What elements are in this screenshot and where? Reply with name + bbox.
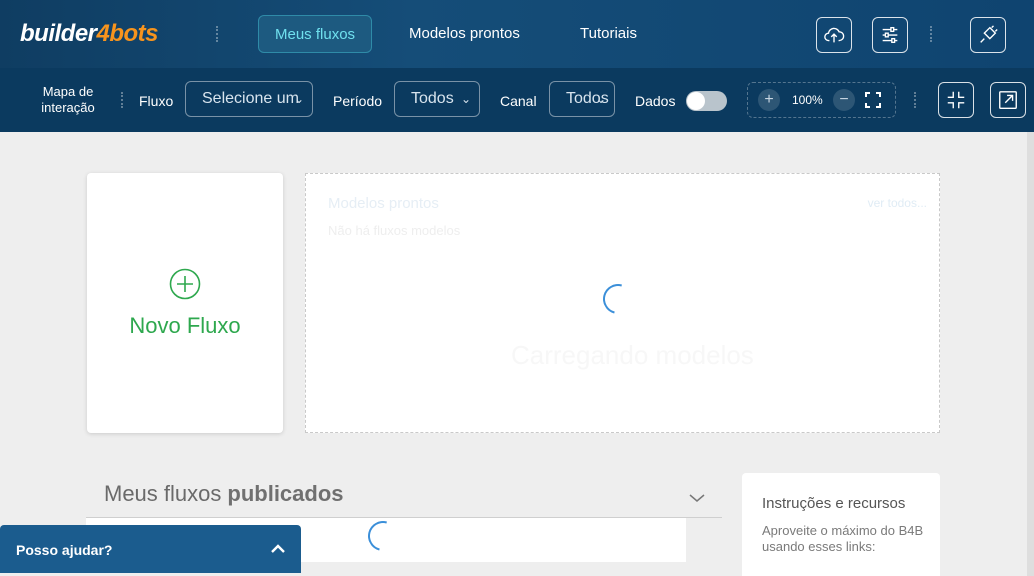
instructions-title: Instruções e recursos <box>762 495 906 512</box>
models-loading-text: Carregando modelos <box>511 340 754 370</box>
view-all-link[interactable]: ver todos... <box>868 196 927 210</box>
scrollbar[interactable] <box>1027 132 1034 576</box>
new-flow-card[interactable]: Novo Fluxo <box>87 173 283 433</box>
canal-select[interactable]: Todos ⌄ <box>549 81 615 117</box>
map-label-line1: Mapa de <box>42 84 94 99</box>
chevron-down-icon: ⌄ <box>595 92 606 106</box>
new-flow-label: Novo Fluxo <box>129 313 241 338</box>
integrations-button[interactable] <box>970 17 1006 53</box>
published-title-bold: publicados <box>227 481 344 506</box>
divider <box>930 26 932 42</box>
fluxo-select-value: Selecione um <box>202 90 299 107</box>
open-external-button[interactable] <box>990 82 1026 118</box>
periodo-label: Período <box>333 93 383 109</box>
tab-modelos-prontos[interactable]: Modelos prontos <box>393 15 536 53</box>
published-section-title: Meus fluxos publicados <box>104 481 344 507</box>
map-label: Mapa de interação <box>37 84 99 116</box>
cloud-upload-button[interactable] <box>816 17 852 53</box>
models-empty-text: Não há fluxos modelos <box>328 223 461 238</box>
zoom-out-button[interactable]: − <box>833 89 855 111</box>
settings-sliders-button[interactable] <box>872 17 908 53</box>
tab-tutoriais[interactable]: Tutoriais <box>564 15 653 53</box>
top-navigation-bar: builder4bots Meus fluxos Modelos prontos… <box>0 0 1034 68</box>
brand-logo-part2: 4bots <box>96 20 159 47</box>
map-label-line2: interação <box>41 100 95 115</box>
external-link-icon <box>999 91 1017 109</box>
brand-logo[interactable]: builder4bots <box>20 20 159 48</box>
collapse-button[interactable] <box>938 82 974 118</box>
periodo-select-value: Todos <box>411 90 454 107</box>
dados-label: Dados <box>635 93 676 109</box>
fullscreen-icon[interactable] <box>865 92 881 108</box>
published-title-light: Meus fluxos <box>104 481 222 506</box>
instructions-text: Aproveite o máximo do B4B usando esses l… <box>762 523 924 554</box>
plug-icon <box>980 25 998 43</box>
collapse-icon <box>947 91 965 109</box>
tab-meus-fluxos[interactable]: Meus fluxos <box>258 15 373 53</box>
dados-toggle[interactable] <box>686 91 727 111</box>
models-title: Modelos prontos <box>328 195 439 212</box>
fluxo-select[interactable]: Selecione um ⌄ <box>185 81 313 117</box>
chevron-down-icon: ⌄ <box>293 92 304 106</box>
instructions-card: Instruções e recursos Aproveite o máximo… <box>742 473 940 576</box>
sliders-icon <box>882 26 898 44</box>
toggle-knob <box>687 92 705 110</box>
chevron-down-icon: ⌄ <box>460 92 471 106</box>
fluxo-label: Fluxo <box>139 93 174 109</box>
cloud-upload-icon <box>824 27 845 43</box>
zoom-in-button[interactable]: + <box>758 89 780 111</box>
canal-label: Canal <box>500 93 537 109</box>
chevron-down-icon[interactable] <box>688 493 706 503</box>
help-widget[interactable]: Posso ajudar? <box>0 525 301 573</box>
divider <box>121 92 123 108</box>
chevron-up-icon[interactable] <box>270 544 286 554</box>
divider <box>216 26 218 42</box>
plus-circle-icon <box>169 268 201 300</box>
periodo-select[interactable]: Todos ⌄ <box>394 81 480 117</box>
help-label: Posso ajudar? <box>16 542 113 558</box>
brand-logo-part1: builder <box>20 20 97 47</box>
divider <box>914 92 916 108</box>
zoom-level: 100% <box>792 93 823 107</box>
